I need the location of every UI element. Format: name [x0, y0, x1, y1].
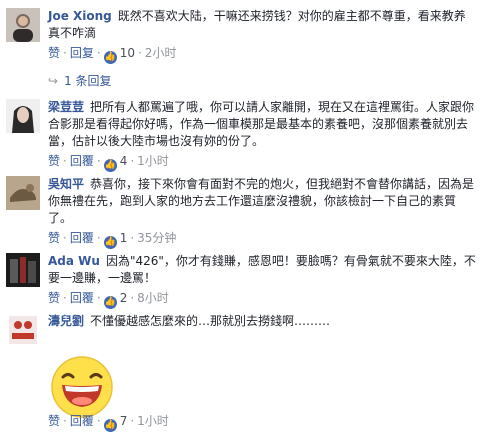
- commenter-name[interactable]: 梁荳荳: [48, 100, 84, 114]
- like-link[interactable]: 赞: [48, 154, 60, 168]
- avatar[interactable]: [6, 99, 40, 133]
- comment-actions: 赞 · 回覆 · 👍 1 · 35分钟: [48, 231, 177, 249]
- reply-arrow-icon: ↪: [48, 74, 59, 88]
- like-link[interactable]: 赞: [48, 414, 60, 428]
- timestamp[interactable]: 35分钟: [137, 231, 176, 245]
- like-count[interactable]: 7: [120, 414, 128, 428]
- like-link[interactable]: 赞: [48, 231, 60, 245]
- comment-actions: 赞 · 回覆 · 👍 4 · 1小时: [48, 154, 169, 172]
- timestamp[interactable]: 8小时: [137, 291, 169, 305]
- avatar[interactable]: [6, 313, 40, 347]
- like-link[interactable]: 赞: [48, 291, 60, 305]
- avatar[interactable]: [6, 8, 40, 42]
- laughing-face-icon: [48, 353, 116, 421]
- timestamp[interactable]: 2小时: [145, 46, 177, 60]
- timestamp[interactable]: 1小时: [137, 414, 169, 428]
- comment-text: 恭喜你，接下來你會有面對不完的炮火，但我絕對不會替你講話，因為是你無禮在先，跑到…: [48, 177, 475, 225]
- comment-text: 因為"426"，你才有錢賺，感恩吧！要臉嗎？有骨氣就不要來大陸，不要一邊賺，一邊…: [48, 254, 476, 285]
- comment-text: 把所有人都罵遍了哦，你可以請人家離開，現在又在這裡罵街。人家跟你合影那是看得起你…: [48, 100, 475, 148]
- commenter-name[interactable]: Joe Xiong: [48, 9, 112, 23]
- like-count[interactable]: 10: [120, 46, 135, 60]
- thumbs-up-icon: 👍: [103, 419, 117, 432]
- reply-link[interactable]: 回覆: [70, 231, 94, 245]
- commenter-name[interactable]: 吳知平: [48, 177, 84, 191]
- reply-link[interactable]: 回覆: [70, 154, 94, 168]
- timestamp[interactable]: 1小时: [137, 154, 169, 168]
- avatar[interactable]: [6, 253, 40, 287]
- like-link[interactable]: 赞: [48, 46, 60, 60]
- reply-link[interactable]: 回覆: [70, 291, 94, 305]
- thumbs-up-icon: 👍: [103, 159, 117, 172]
- like-count[interactable]: 2: [120, 291, 128, 305]
- thumbs-up-icon: 👍: [103, 296, 117, 309]
- commenter-name[interactable]: Ada Wu: [48, 254, 100, 268]
- like-count[interactable]: 1: [120, 231, 128, 245]
- commenter-name[interactable]: 濤兒劉: [48, 314, 84, 328]
- comment-text: 不懂優越感怎麼來的…那就別去撈錢啊………: [90, 314, 331, 328]
- thumbs-up-icon: 👍: [103, 51, 117, 64]
- comment-actions: 赞 · 回覆 · 👍 2 · 8小时: [48, 291, 169, 309]
- comment-actions: 赞 · 回覆 · 👍 7 · 1小时: [48, 414, 169, 432]
- thumbs-up-icon: 👍: [103, 236, 117, 249]
- view-replies-link[interactable]: ↪ 1 条回复: [48, 72, 112, 89]
- comment-list: Joe Xiong 既然不喜欢大陆，干嘛还来捞钱？对你的雇主都不尊重，看来教养真不…: [0, 0, 486, 432]
- comment-actions: 赞 · 回复 · 👍 10 · 2小时: [48, 46, 177, 64]
- reply-link[interactable]: 回复: [70, 46, 94, 60]
- reply-link[interactable]: 回覆: [70, 414, 94, 428]
- like-count[interactable]: 4: [120, 154, 128, 168]
- avatar[interactable]: [6, 176, 40, 210]
